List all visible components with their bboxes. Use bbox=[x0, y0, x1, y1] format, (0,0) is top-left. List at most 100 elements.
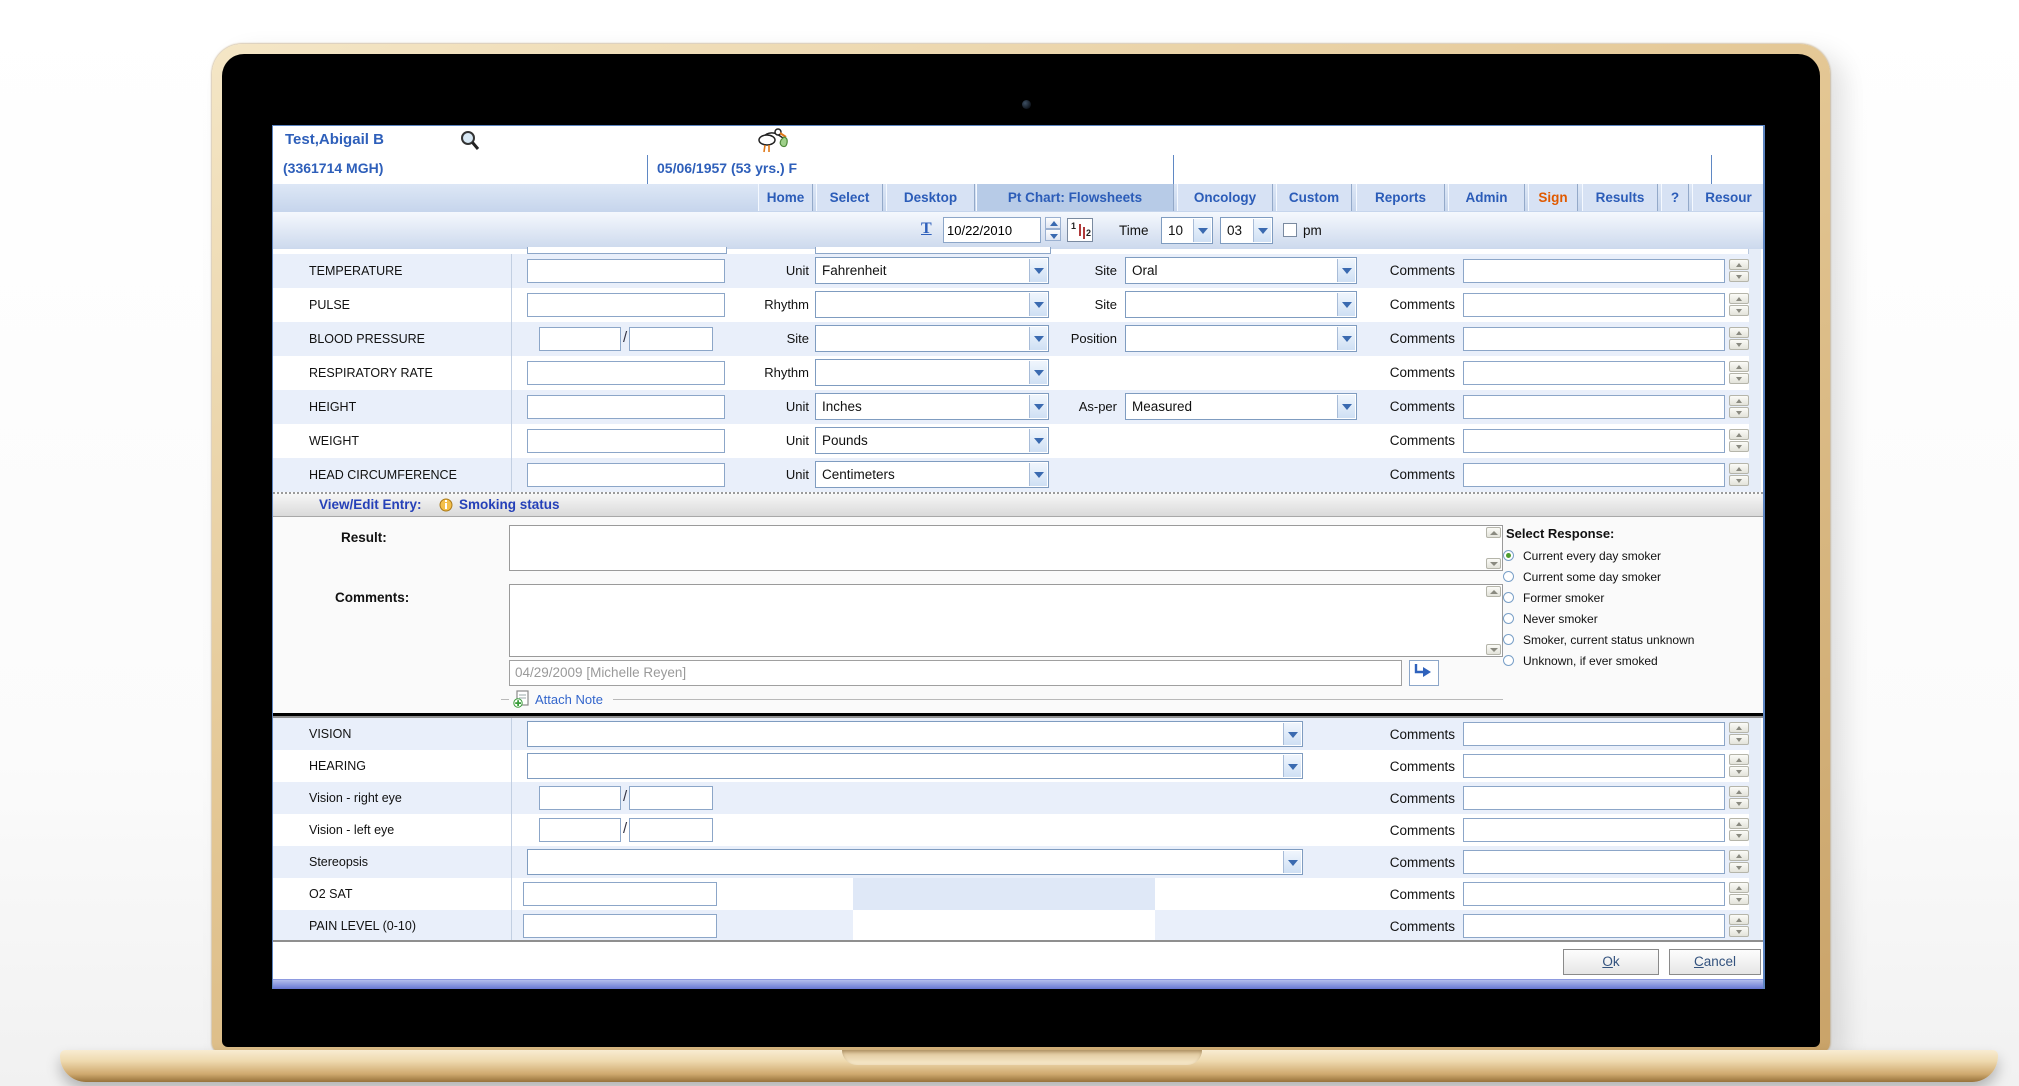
pm-checkbox[interactable] bbox=[1283, 223, 1297, 237]
comments-input[interactable] bbox=[1463, 463, 1725, 487]
attach-note-icon[interactable] bbox=[513, 690, 531, 711]
hour-select[interactable]: 10 bbox=[1161, 217, 1213, 244]
info-icon[interactable] bbox=[439, 497, 453, 515]
comment-spinner[interactable] bbox=[1729, 293, 1749, 317]
comments-input[interactable] bbox=[1463, 818, 1725, 842]
ok-button[interactable]: Ok bbox=[1563, 949, 1659, 975]
stereopsis-select[interactable] bbox=[527, 849, 1303, 875]
cancel-button[interactable]: Cancel bbox=[1669, 949, 1761, 975]
value-input[interactable] bbox=[523, 914, 717, 938]
date-spinner[interactable] bbox=[1045, 217, 1061, 241]
numerator-input[interactable] bbox=[539, 786, 621, 810]
chevron-down-icon bbox=[1337, 259, 1355, 282]
comment-spinner[interactable] bbox=[1729, 429, 1749, 453]
scroll-up-icon[interactable] bbox=[1486, 527, 1501, 538]
radio-current-some-day[interactable] bbox=[1503, 571, 1514, 582]
comments-input[interactable] bbox=[1463, 259, 1725, 283]
tab-oncology[interactable]: Oncology bbox=[1177, 184, 1273, 211]
view-edit-entry-panel: View/Edit Entry: Smoking status Result: bbox=[273, 492, 1763, 713]
date-input[interactable] bbox=[943, 217, 1041, 243]
comment-spinner[interactable] bbox=[1729, 327, 1749, 351]
spinner-down-icon[interactable] bbox=[1045, 229, 1061, 241]
entry-date-field[interactable]: 04/29/2009 [Michelle Reyen] bbox=[509, 660, 1402, 686]
search-icon[interactable] bbox=[459, 129, 481, 154]
radio-former-smoker[interactable] bbox=[1503, 592, 1514, 603]
scroll-up-icon[interactable] bbox=[1486, 586, 1501, 597]
hand-pointer-icon[interactable] bbox=[1409, 660, 1439, 686]
comment-spinner[interactable] bbox=[1729, 882, 1749, 906]
comment-spinner[interactable] bbox=[1729, 786, 1749, 810]
hearing-select[interactable] bbox=[527, 753, 1303, 779]
laptop-base bbox=[60, 1050, 1998, 1082]
radio-never-smoker[interactable] bbox=[1503, 613, 1514, 624]
as-per-select[interactable]: Measured bbox=[1125, 393, 1357, 420]
numerator-input[interactable] bbox=[539, 818, 621, 842]
minute-select[interactable]: 03 bbox=[1220, 217, 1273, 244]
comment-spinner[interactable] bbox=[1729, 463, 1749, 487]
lower-scrollbar[interactable] bbox=[1748, 718, 1761, 940]
comment-spinner[interactable] bbox=[1729, 914, 1749, 938]
comment-spinner[interactable] bbox=[1729, 259, 1749, 283]
radio-current-every-day[interactable] bbox=[1503, 550, 1514, 561]
table-row: WEIGHT Unit Pounds Comments bbox=[273, 424, 1749, 458]
tab-reports[interactable]: Reports bbox=[1356, 184, 1445, 211]
unit-select[interactable]: Fahrenheit bbox=[815, 257, 1049, 284]
position-select[interactable] bbox=[1125, 325, 1357, 352]
tab-resources[interactable]: Resour bbox=[1692, 184, 1765, 211]
comment-spinner[interactable] bbox=[1729, 395, 1749, 419]
tab-help[interactable]: ? bbox=[1661, 184, 1689, 211]
tab-sign[interactable]: Sign bbox=[1528, 184, 1578, 211]
tab-custom[interactable]: Custom bbox=[1276, 184, 1352, 211]
transcribe-link[interactable]: T bbox=[921, 220, 932, 238]
comments-input[interactable] bbox=[1463, 850, 1725, 874]
chevron-down-icon bbox=[1029, 429, 1047, 452]
comments-input[interactable] bbox=[1463, 395, 1725, 419]
tab-admin[interactable]: Admin bbox=[1448, 184, 1525, 211]
unit-select[interactable]: Pounds bbox=[815, 427, 1049, 454]
comments-input[interactable] bbox=[1463, 429, 1725, 453]
site-select[interactable]: Oral bbox=[1125, 257, 1357, 284]
vitals-scrollbar[interactable] bbox=[1748, 249, 1761, 492]
comments-input[interactable] bbox=[1463, 754, 1725, 778]
comment-spinner[interactable] bbox=[1729, 361, 1749, 385]
comment-spinner[interactable] bbox=[1729, 722, 1749, 746]
tab-desktop[interactable]: Desktop bbox=[886, 184, 975, 211]
spinner-up-icon[interactable] bbox=[1045, 217, 1061, 229]
comments-input[interactable] bbox=[1463, 882, 1725, 906]
scroll-down-icon[interactable] bbox=[1486, 644, 1501, 655]
rhythm-select[interactable] bbox=[815, 359, 1049, 386]
pm-label: pm bbox=[1303, 223, 1322, 238]
unit-select[interactable]: Centimeters bbox=[815, 461, 1049, 488]
tab-results[interactable]: Results bbox=[1582, 184, 1658, 211]
attach-note-link[interactable]: Attach Note bbox=[535, 692, 603, 707]
comment-spinner[interactable] bbox=[1729, 850, 1749, 874]
systolic-input[interactable] bbox=[539, 327, 621, 351]
vision-select[interactable] bbox=[527, 721, 1303, 747]
radio-smoker-status-unknown[interactable] bbox=[1503, 634, 1514, 645]
value-input[interactable] bbox=[523, 882, 717, 906]
unit-select[interactable]: Inches bbox=[815, 393, 1049, 420]
time-format-icon[interactable]: 1 2 bbox=[1067, 218, 1093, 242]
tab-pt-chart-flowsheets[interactable]: Pt Chart: Flowsheets bbox=[976, 184, 1174, 211]
result-textarea[interactable] bbox=[509, 525, 1503, 571]
radio-unknown-if-ever-smoked[interactable] bbox=[1503, 655, 1514, 666]
stork-icon[interactable] bbox=[755, 126, 793, 157]
site-select[interactable] bbox=[1125, 291, 1357, 318]
comments-input[interactable] bbox=[1463, 293, 1725, 317]
site-select[interactable] bbox=[815, 325, 1049, 352]
comments-input[interactable] bbox=[1463, 914, 1725, 938]
denominator-input[interactable] bbox=[629, 786, 713, 810]
tab-select[interactable]: Select bbox=[816, 184, 883, 211]
comments-textarea[interactable] bbox=[509, 584, 1503, 657]
comment-spinner[interactable] bbox=[1729, 818, 1749, 842]
rhythm-select[interactable] bbox=[815, 291, 1049, 318]
comments-input[interactable] bbox=[1463, 786, 1725, 810]
comment-spinner[interactable] bbox=[1729, 754, 1749, 778]
comments-input[interactable] bbox=[1463, 722, 1725, 746]
denominator-input[interactable] bbox=[629, 818, 713, 842]
tab-home[interactable]: Home bbox=[758, 184, 813, 211]
comments-input[interactable] bbox=[1463, 361, 1725, 385]
disabled-cell bbox=[853, 878, 1155, 910]
scroll-down-icon[interactable] bbox=[1486, 558, 1501, 569]
comments-input[interactable] bbox=[1463, 327, 1725, 351]
